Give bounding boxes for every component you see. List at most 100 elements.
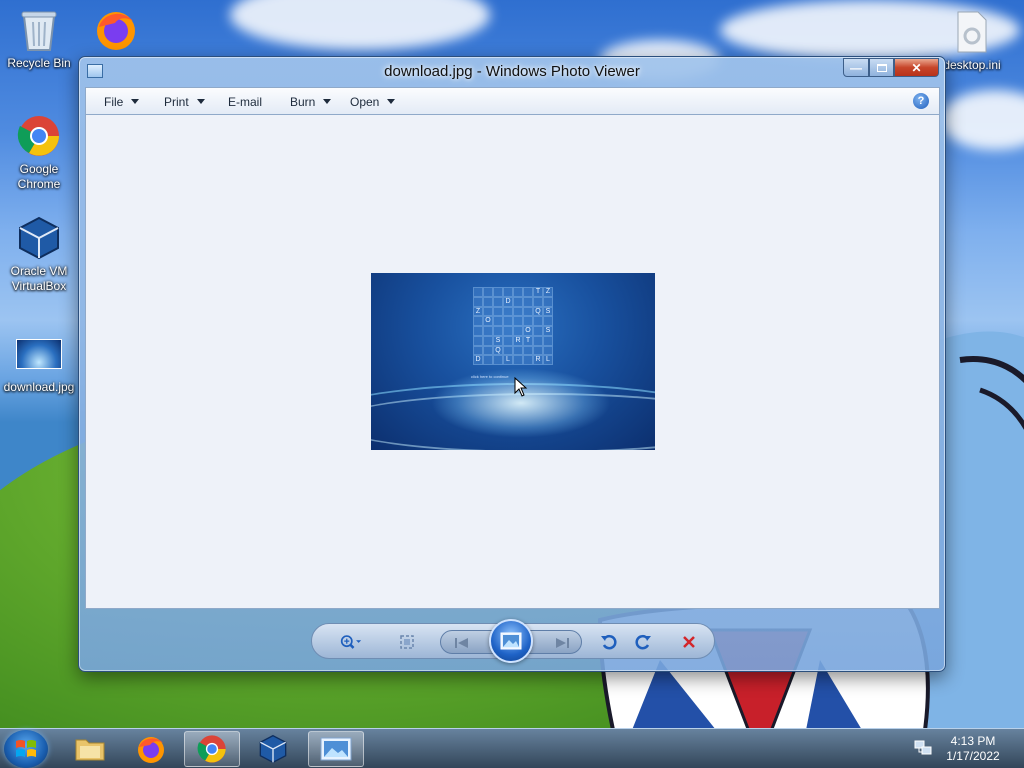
rotate-clockwise-button[interactable] [632,632,654,652]
firefox-icon [92,6,140,54]
grid-cell [513,296,523,307]
previous-icon [455,638,468,648]
desktop-icon-recycle-bin[interactable]: Recycle Bin [0,6,79,71]
taskbar-item-virtualbox[interactable] [245,731,301,767]
desktop-icon-label: Oracle VM VirtualBox [10,264,68,293]
slideshow-button[interactable] [489,619,533,663]
grid-cell: S [493,335,503,346]
close-icon: ✕ [911,60,922,75]
virtualbox-icon [259,734,287,764]
grid-cell [483,306,493,317]
grid-cell [503,335,513,346]
viewer-control-bar [311,619,715,663]
firefox-icon [138,737,164,763]
folder-icon [75,739,105,761]
grid-cell [513,306,523,317]
virtualbox-icon [15,214,63,262]
grid-cell [533,345,543,356]
grid-cell [493,306,503,317]
help-icon[interactable]: ? [913,93,929,109]
menu-label: Burn [290,95,316,109]
grid-cell [473,335,483,346]
taskbar-item-photo-viewer[interactable] [308,731,364,767]
letter-grid: TZDZQSOOSSRTQDLRL [473,287,553,365]
taskbar: 4:13 PM 1/17/2022 [0,728,1024,768]
desktop-icon-download-jpg[interactable]: download.jpg [0,330,79,395]
taskbar-item-explorer[interactable] [62,731,118,767]
grid-cell [483,355,493,365]
maximize-button[interactable] [869,58,894,77]
grid-cell [483,326,493,336]
image-viewport[interactable]: TZDZQSOOSSRTQDLRL click here to continue [85,115,940,609]
minimize-button[interactable]: — [843,58,869,77]
cloud [940,90,1024,150]
grid-cell: D [473,355,483,365]
clock-time: 4:13 PM [950,734,996,748]
grid-cell [503,316,513,326]
grid-cell: L [543,355,553,365]
grid-cell [543,335,553,346]
grid-cell [543,316,553,326]
menu-label: Open [350,95,380,109]
grid-cell [523,355,533,365]
ini-file-icon [948,8,996,56]
grid-cell [493,287,503,297]
displayed-photo[interactable]: TZDZQSOOSSRTQDLRL click here to continue [371,273,655,450]
mouse-cursor-icon [514,377,528,397]
taskbar-clock[interactable]: 4:13 PM 1/17/2022 [942,734,1004,764]
grid-cell: D [503,296,513,307]
menu-open[interactable]: Open [350,95,396,109]
menu-file[interactable]: File [104,95,140,109]
grid-cell [493,355,503,365]
maximize-icon [876,63,887,72]
grid-cell [503,345,513,356]
menu-bar: File Print E-mail Burn Open ? [85,87,940,115]
minimize-icon: — [850,60,862,75]
desktop-icon-google-chrome[interactable]: Google Chrome [0,112,79,192]
zoom-button[interactable] [340,632,362,652]
grid-cell: R [533,355,543,365]
next-button[interactable] [551,633,573,653]
desktop-icon-virtualbox[interactable]: Oracle VM VirtualBox [0,214,79,294]
menu-print[interactable]: Print [164,95,205,109]
grid-cell: Z [473,306,483,317]
desktop-icon-label: Recycle Bin [7,56,71,70]
cloud [230,0,490,50]
grid-cell [533,326,543,336]
grid-cell [513,287,523,297]
actual-size-button[interactable] [396,632,418,652]
grid-cell [513,316,523,326]
window-title: download.jpg - Windows Photo Viewer [384,63,640,80]
grid-cell: Z [543,287,553,297]
chrome-icon [197,735,226,763]
menu-label: Print [164,95,189,109]
image-file-icon [15,330,63,378]
menu-burn[interactable]: Burn [290,95,332,109]
taskbar-item-chrome[interactable] [184,731,240,767]
grid-cell [543,345,553,356]
start-button[interactable] [4,730,48,768]
menu-label: E-mail [228,95,263,109]
rotate-counterclockwise-icon [601,634,617,650]
desktop-icon-label: Google Chrome [17,162,61,191]
taskbar-item-firefox[interactable] [123,731,179,767]
network-tray-icon[interactable] [914,740,932,759]
grid-cell [483,345,493,356]
menu-email[interactable]: E-mail [228,95,262,109]
grid-cell [523,287,533,297]
delete-icon [683,636,695,648]
menu-label: File [104,95,124,109]
grid-cell [523,306,533,317]
rotate-counterclockwise-button[interactable] [598,632,620,652]
grid-cell [533,296,543,307]
delete-button[interactable] [678,632,700,652]
title-bar[interactable]: download.jpg - Windows Photo Viewer — ✕ [79,57,945,87]
grid-cell [523,316,533,326]
grid-cell: Q [493,345,503,356]
grid-cell [523,345,533,356]
previous-button[interactable] [451,633,473,653]
zoom-icon [340,635,362,649]
close-button[interactable]: ✕ [894,58,939,77]
grid-cell: O [523,326,533,336]
desktop-icon-firefox-shortcut[interactable] [76,6,156,56]
